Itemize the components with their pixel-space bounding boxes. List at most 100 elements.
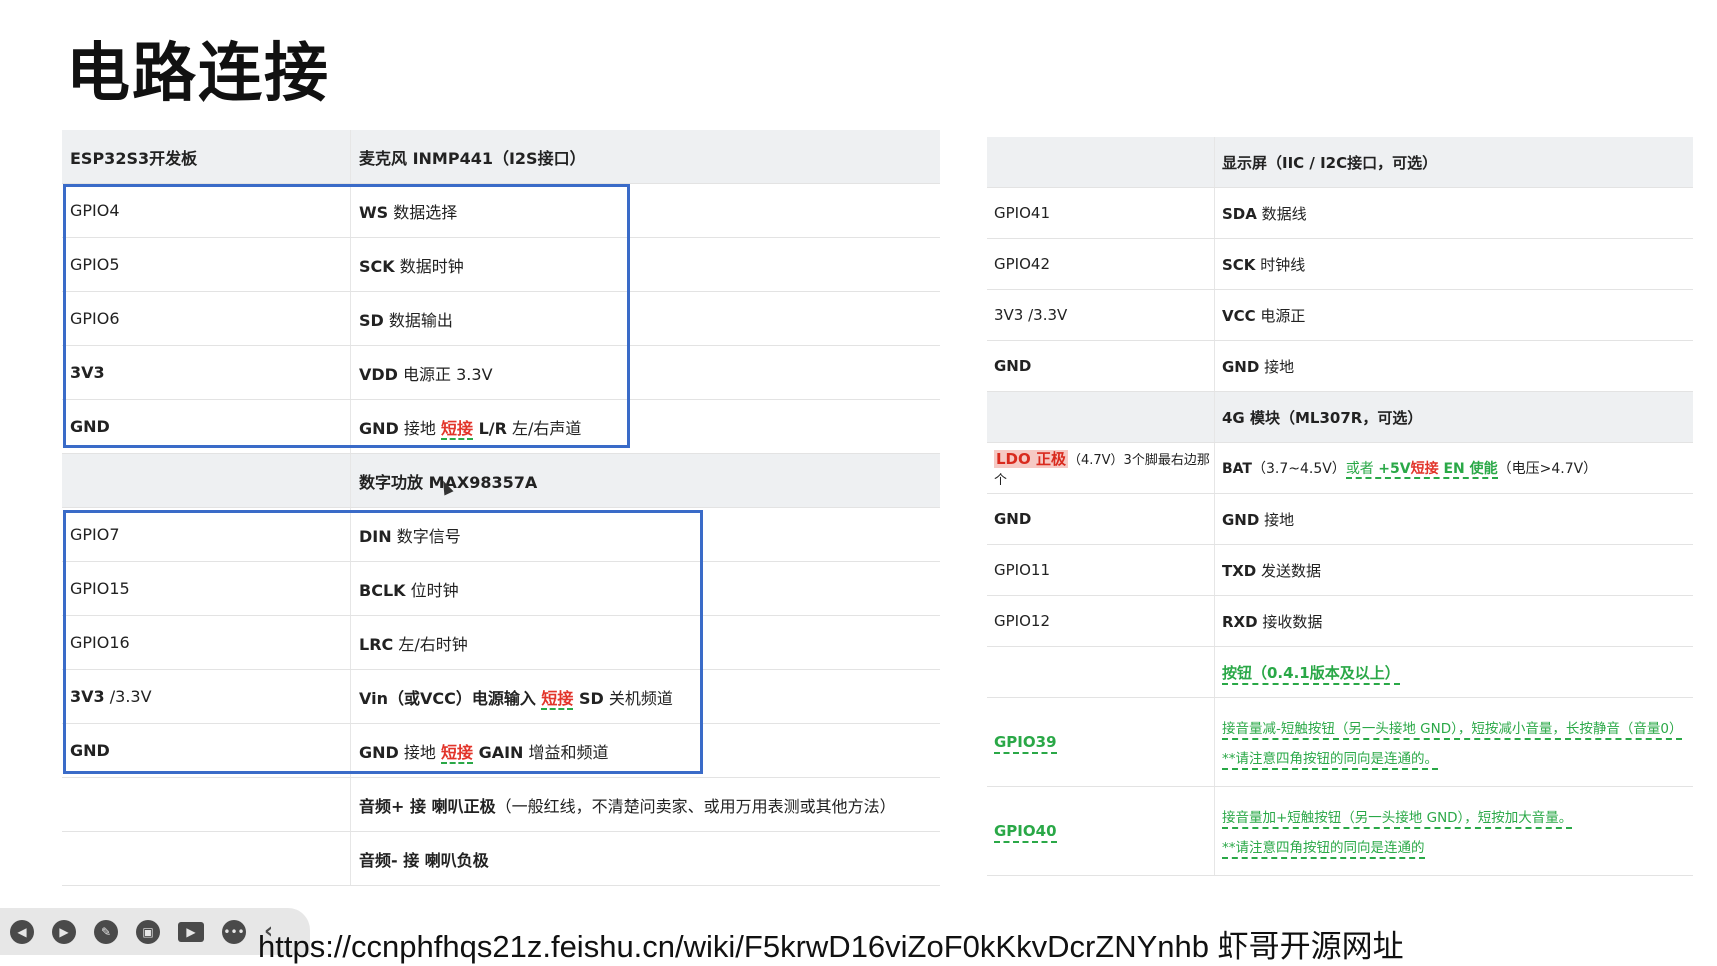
pin-cell	[62, 777, 351, 832]
header-blank	[987, 137, 1215, 188]
table-row: 3V3 VDD 电源正 3.3V	[62, 345, 940, 400]
short-tag: 短接	[1410, 461, 1439, 477]
signal-name: SD	[359, 310, 384, 330]
signal-cell: 音频- 接 喇叭负极	[350, 831, 940, 886]
header-blank	[987, 391, 1215, 443]
signal-desc: 数据线	[1256, 204, 1307, 223]
table-row: GND GND 接地	[987, 493, 1693, 545]
alt-pin: EN 使能	[1438, 461, 1498, 477]
pen-icon[interactable]: ✎	[94, 919, 118, 944]
section-header-row: 按钮（0.4.1版本及以上）	[987, 646, 1693, 698]
table-row: GPIO6 SD 数据输出	[62, 291, 940, 346]
header-amp: 数字功放 MAX98357A	[350, 453, 940, 508]
table-row: 音频- 接 喇叭负极	[62, 831, 940, 886]
pin-name: GPIO40	[994, 822, 1057, 843]
camera-icon[interactable]: ▶	[178, 921, 204, 942]
signal-desc: 数据选择	[388, 202, 458, 222]
screenshot-icon[interactable]: ▣	[136, 919, 160, 944]
signal-name: TXD	[1222, 561, 1257, 580]
signal-desc: 接收数据	[1257, 612, 1323, 631]
pin-cell: 3V3 /3.3V	[987, 289, 1215, 341]
signal-desc: 接地	[1259, 510, 1295, 529]
signal-desc: （3.7~4.5V）	[1251, 461, 1346, 477]
signal-desc: 左/右时钟	[393, 634, 468, 654]
signal-cell: WS 数据选择	[350, 183, 940, 238]
signal-cell: GND 接地	[1214, 340, 1693, 392]
header-blank	[62, 453, 351, 508]
button-note: **请注意四角按钮的同向是连通的	[1222, 840, 1425, 859]
alt-pin: +5V	[1378, 461, 1411, 477]
ldo-tag: LDO 正极	[994, 450, 1068, 468]
signal-cell: VCC 电源正	[1214, 289, 1693, 341]
header-display: 显示屏（IIC / I2C接口，可选）	[1214, 137, 1693, 188]
back-icon[interactable]: ◀	[10, 919, 34, 944]
table-row: GND GND 接地 短接 GAIN 增益和频道	[62, 723, 940, 778]
signal-cell: 接音量减-短触按钮（另一头接地 GND），短按减小音量，长按静音（音量0） **请…	[1214, 697, 1693, 787]
button-desc: 接音量加+短触按钮（另一头接地 GND），短按加大音量。	[1222, 810, 1573, 829]
table-row: GPIO4 WS 数据选择	[62, 183, 940, 238]
signal-desc: 电源正	[1255, 306, 1306, 325]
signal-cell: SCK 时钟线	[1214, 238, 1693, 290]
pin-cell: GPIO12	[987, 595, 1215, 647]
play-icon[interactable]: ▶	[52, 919, 76, 944]
source-url-caption: https://ccnphfhqs21z.feishu.cn/wiki/F5kr…	[258, 929, 1404, 964]
signal-desc: 左/右声道	[506, 418, 582, 438]
signal-desc: 关机频道	[603, 688, 673, 708]
table-row: GPIO16 LRC 左/右时钟	[62, 615, 940, 670]
signal-name: LRC	[359, 634, 394, 654]
header-blank	[987, 646, 1215, 698]
signal-name: BCLK	[359, 580, 406, 600]
more-icon[interactable]: •••	[222, 919, 246, 944]
signal-name: 喇叭正极	[431, 796, 496, 816]
pin-cell: 3V3 /3.3V	[62, 669, 351, 724]
signal-cell: RXD 接收数据	[1214, 595, 1693, 647]
header-mic: 麦克风 INMP441（I2S接口）	[350, 130, 940, 184]
short-tag: 短接	[441, 742, 474, 764]
signal-name: GND	[1222, 357, 1260, 376]
buttons-title: 按钮（0.4.1版本及以上）	[1222, 663, 1400, 685]
pin-name: GPIO39	[994, 733, 1057, 754]
signal-name: 音频- 接	[359, 850, 425, 870]
signal-name: L/R	[473, 418, 507, 438]
signal-name: SD	[573, 688, 604, 708]
signal-name: VCC	[1222, 306, 1256, 325]
signal-desc: 数据输出	[383, 310, 453, 330]
pin-cell: GPIO39	[987, 697, 1215, 787]
pin-cell: GPIO4	[62, 183, 351, 238]
signal-name: GND	[1222, 510, 1260, 529]
pin-cell: GND	[987, 340, 1215, 392]
pin-cell: GND	[62, 399, 351, 454]
signal-desc: 数字信号	[391, 526, 461, 546]
signal-desc: 发送数据	[1256, 561, 1322, 580]
pin-cell: GPIO15	[62, 561, 351, 616]
signal-desc: （电压>4.7V）	[1497, 461, 1598, 477]
table-row: 3V3 /3.3V Vin（或VCC）电源输入 短接 SD 关机频道	[62, 669, 940, 724]
signal-name: VDD	[359, 364, 398, 384]
pin-cell: LDO 正极 （4.7V）3个脚最右边那个	[987, 442, 1215, 494]
pin-cell: GPIO41	[987, 187, 1215, 239]
left-wiring-table: ESP32S3开发板 麦克风 INMP441（I2S接口） GPIO4 WS 数…	[62, 130, 940, 886]
signal-desc: 接地	[1259, 357, 1295, 376]
page-title: 电路连接	[66, 37, 330, 111]
section-header-row: 数字功放 MAX98357A	[62, 453, 940, 508]
signal-name: SCK	[1222, 255, 1256, 274]
table-row: LDO 正极 （4.7V）3个脚最右边那个 BAT（3.7~4.5V）或者 +5V…	[987, 442, 1693, 494]
table-row: GPIO39 接音量减-短触按钮（另一头接地 GND），短按减小音量，长按静音（…	[987, 697, 1693, 787]
pin-cell: GPIO40	[987, 786, 1215, 876]
signal-desc: 接地	[398, 742, 441, 762]
signal-cell: GND 接地 短接 GAIN 增益和频道	[350, 723, 940, 778]
signal-name: BAT	[1222, 461, 1252, 477]
button-note: **请注意四角按钮的同向是连通的。	[1222, 751, 1438, 770]
pin-cell: GPIO42	[987, 238, 1215, 290]
pin-cell: GPIO16	[62, 615, 351, 670]
signal-name: GND	[359, 742, 399, 762]
signal-cell: DIN 数字信号	[350, 507, 940, 562]
signal-cell: SDA 数据线	[1214, 187, 1693, 239]
table-row: GPIO41 SDA 数据线	[987, 187, 1693, 239]
pin-name: 3V3	[70, 687, 105, 706]
alt-note: 或者	[1345, 461, 1379, 477]
table-row: GPIO7 DIN 数字信号	[62, 507, 940, 562]
pin-cell: GND	[987, 493, 1215, 545]
button-desc: 接音量减-短触按钮（另一头接地 GND），短按减小音量，长按静音（音量0）	[1222, 721, 1683, 740]
right-wiring-table: 显示屏（IIC / I2C接口，可选） GPIO41 SDA 数据线 GPIO4…	[987, 137, 1693, 876]
